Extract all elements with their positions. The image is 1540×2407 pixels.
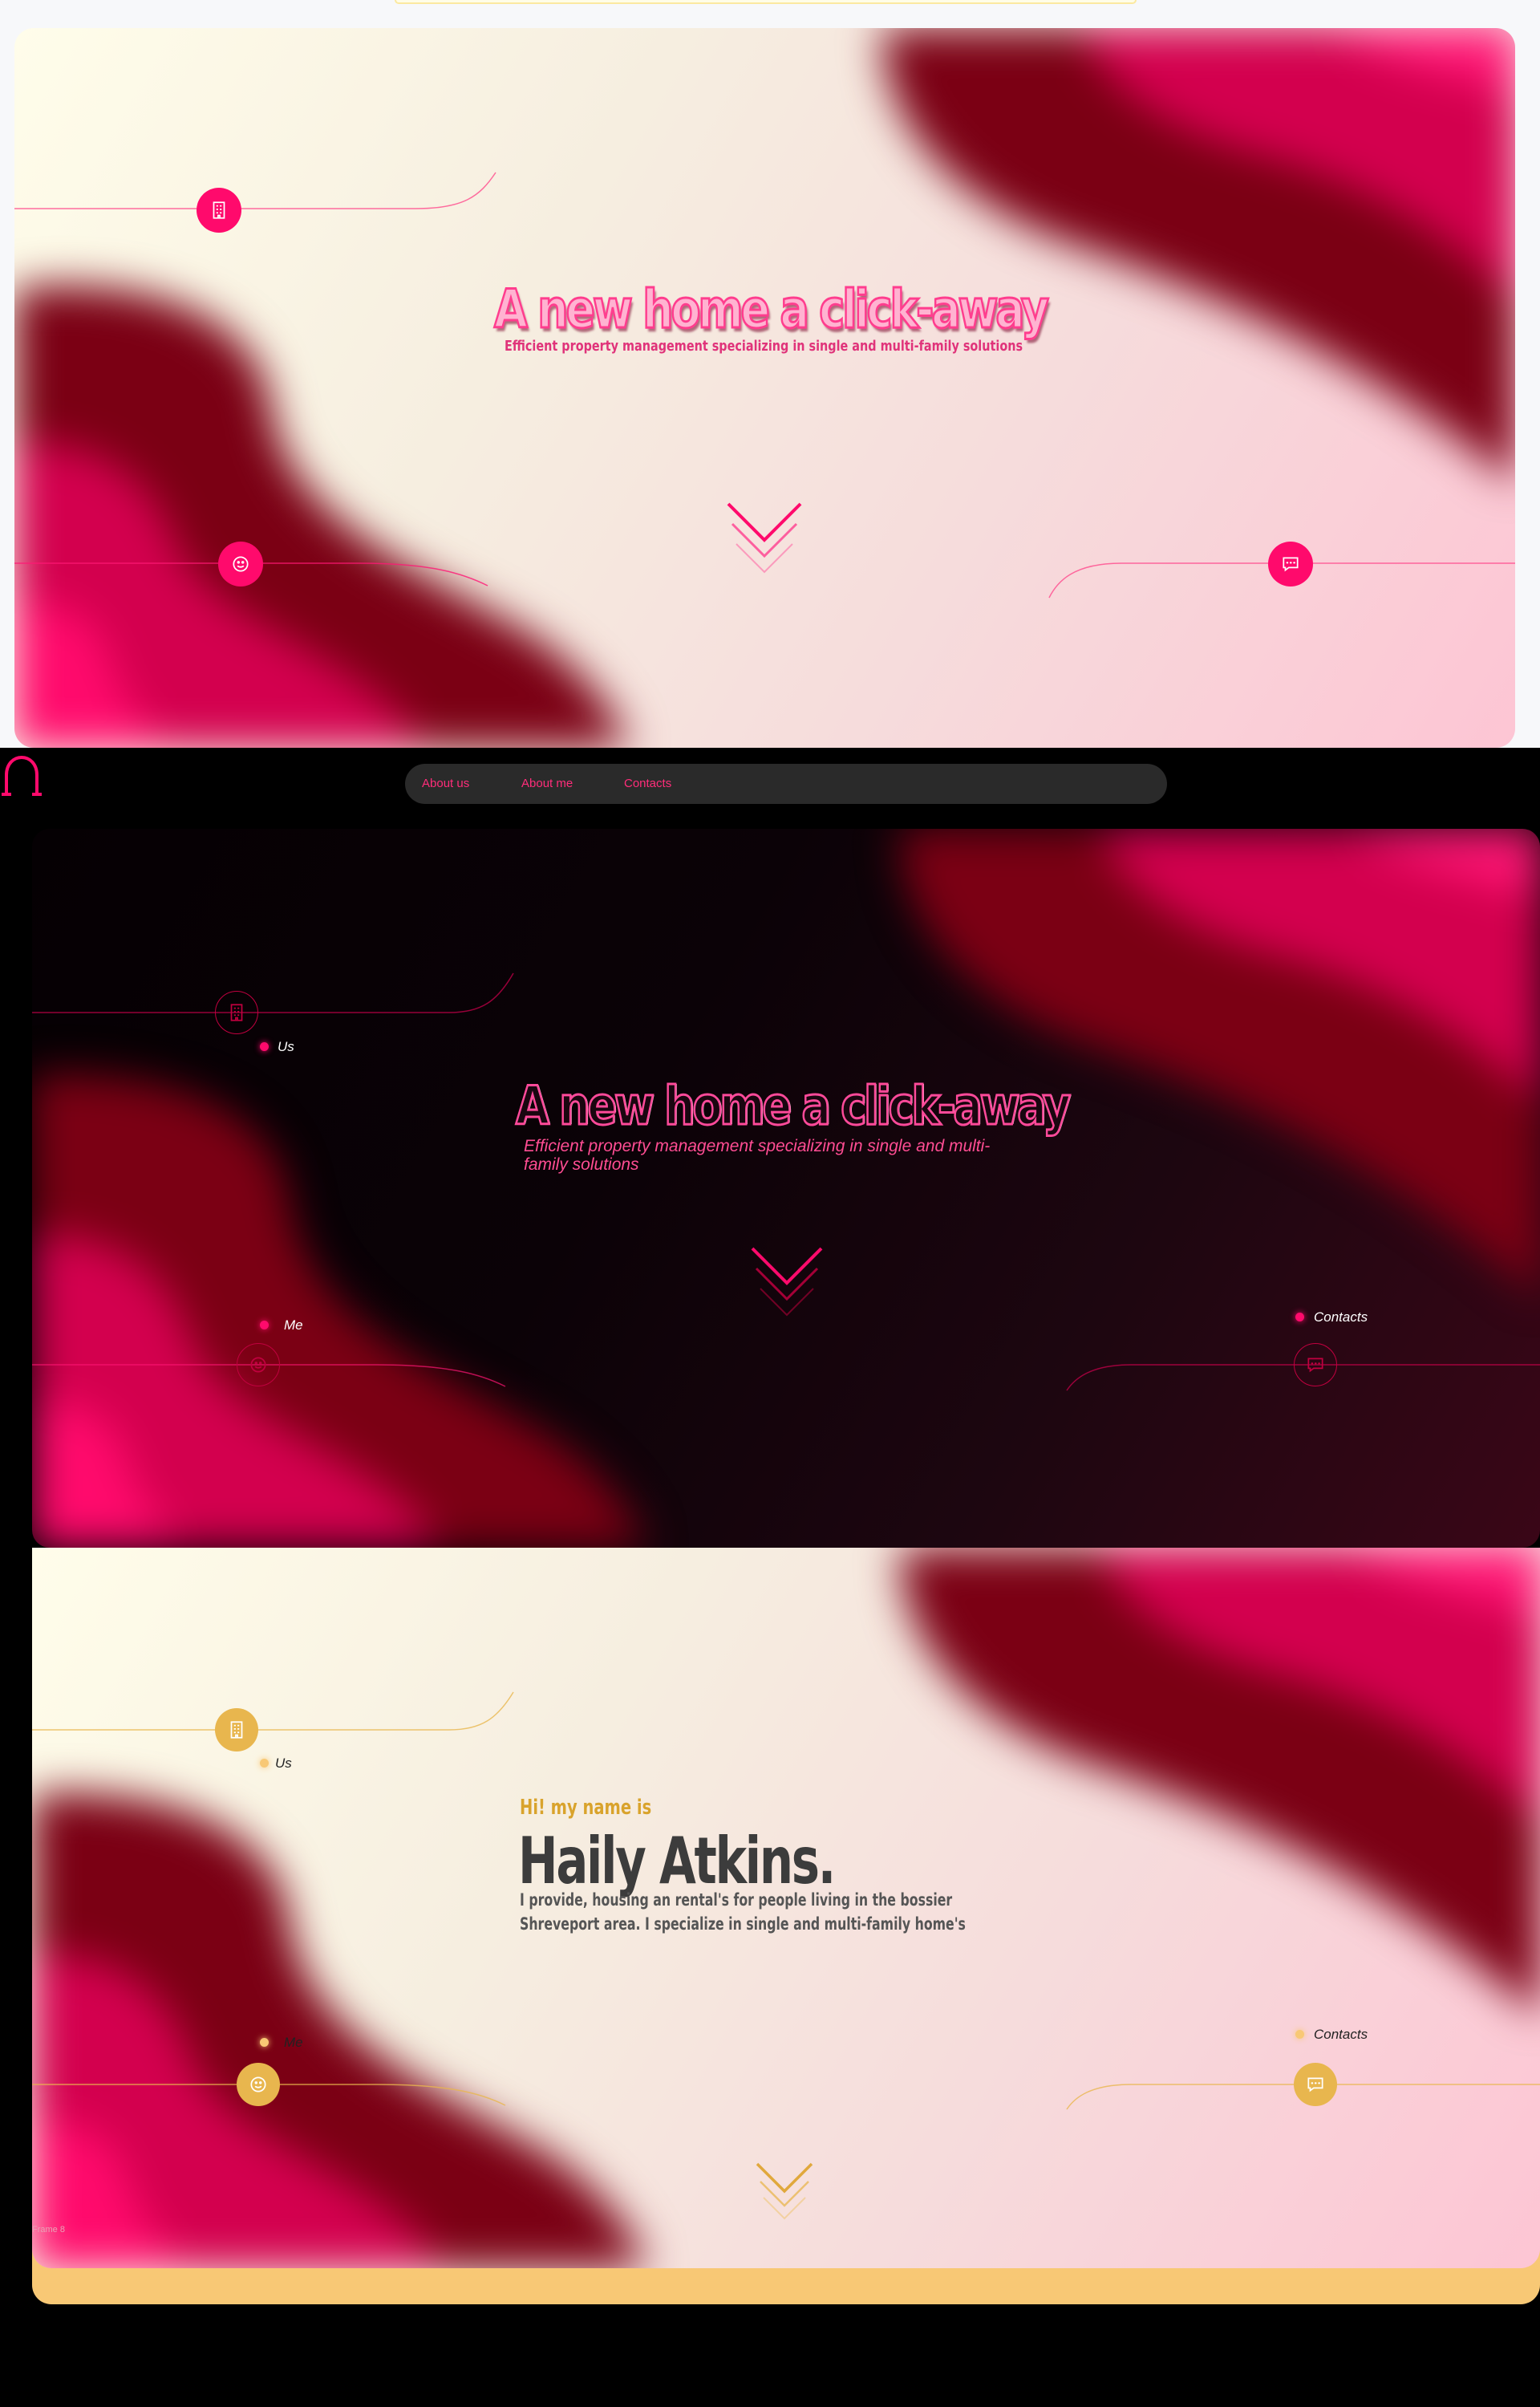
nav-about-us[interactable]: About us [422,764,469,804]
me-marker-label[interactable]: Me [284,1317,303,1333]
hero-light-panel: A new home a click-away Efficient proper… [14,28,1515,748]
nav-about-me[interactable]: About me [521,764,573,804]
greeting-text: Hi! my name is [520,1796,652,1820]
building-icon[interactable] [197,188,241,233]
smiley-icon[interactable] [218,542,263,587]
us-marker-label[interactable]: Us [278,1039,294,1055]
owner-name: Haily Atkins. [518,1824,836,1898]
smiley-icon[interactable] [237,1343,280,1386]
chat-icon[interactable] [1268,542,1313,587]
contacts-marker-dot [1295,1313,1304,1321]
connector-lines [14,172,1515,599]
top-navbar: About us About me Contacts [405,764,1167,804]
top-tab [395,0,1137,4]
hero-subtitle: Efficient property management specializi… [524,1137,991,1174]
hero-title: A new home a click-away [493,278,1050,340]
nav-contacts[interactable]: Contacts [624,764,671,804]
us-marker-label[interactable]: Us [275,1756,292,1772]
contacts-marker-label[interactable]: Contacts [1314,2027,1368,2043]
chat-icon[interactable] [1294,1343,1337,1386]
chevron-down-icon[interactable] [754,2161,815,2233]
contacts-marker-label[interactable]: Contacts [1314,1309,1368,1325]
contacts-marker-dot [1295,2030,1304,2039]
chat-icon[interactable] [1294,2063,1337,2106]
me-marker-dot [260,2038,269,2047]
chevron-down-icon[interactable] [748,1244,825,1334]
horseshoe-logo-icon[interactable] [0,754,43,799]
me-marker-label[interactable]: Me [284,2035,303,2051]
frame-label: Frame 8 [32,2225,65,2234]
smiley-icon[interactable] [237,2063,280,2106]
owner-bio: I provide, housing an rental's for peopl… [520,1890,966,1934]
building-icon[interactable] [215,1708,258,1751]
hero-subtitle: Efficient property management specializi… [505,338,1023,355]
building-icon[interactable] [215,991,258,1034]
me-marker-dot [260,1321,269,1329]
hero-title: A new home a click-away [515,1075,1072,1137]
hero-dark-panel: Us Me Contacts A new home a click-away E… [32,829,1540,1548]
connector-lines [32,972,1540,1391]
us-marker-dot [260,1042,269,1051]
us-marker-dot [260,1759,269,1768]
chevron-down-icon[interactable] [724,500,804,590]
